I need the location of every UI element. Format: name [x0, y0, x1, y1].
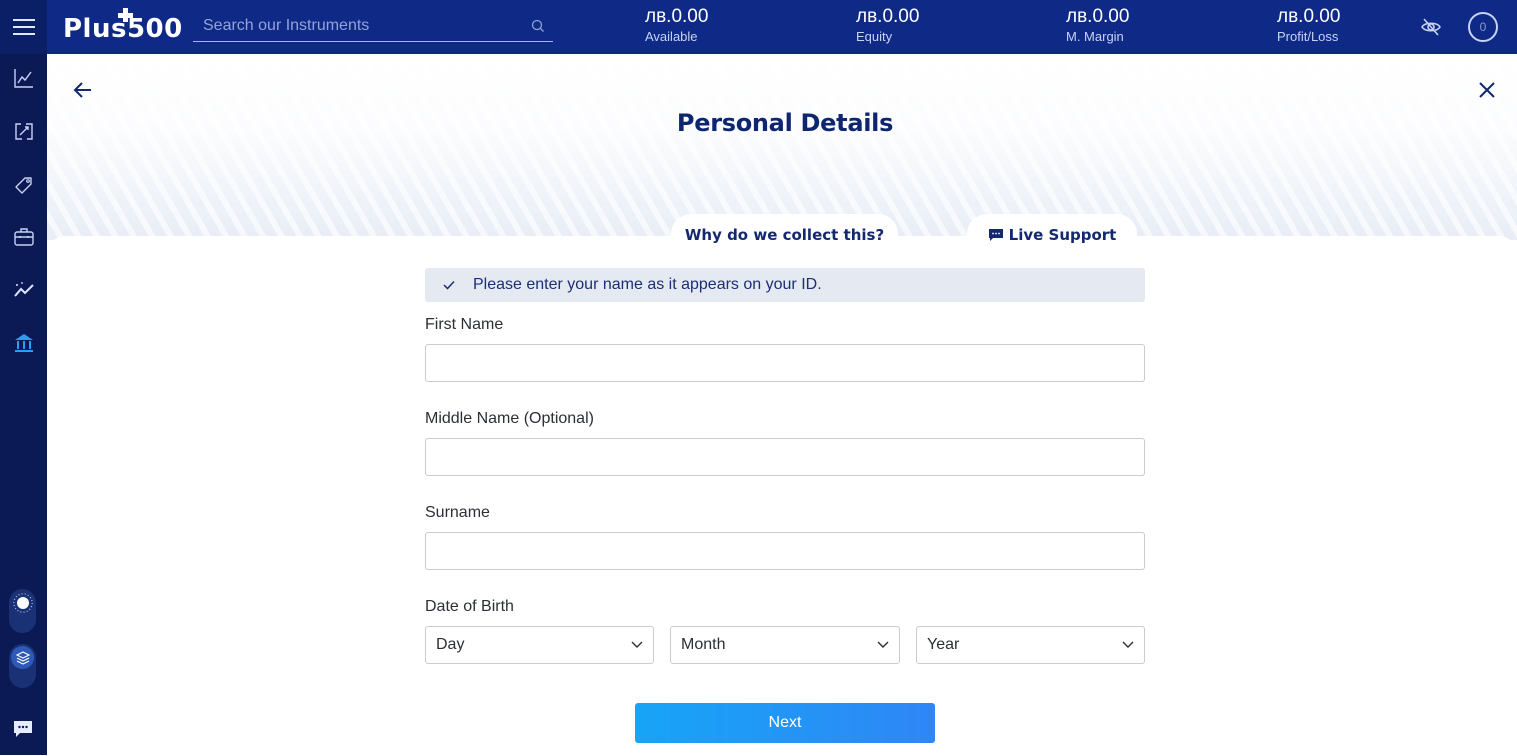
- swap-icon: [14, 123, 33, 140]
- briefcase-icon: [13, 228, 34, 246]
- back-button[interactable]: [71, 78, 95, 102]
- stat-label: Available: [645, 29, 698, 44]
- brand-logo[interactable]: Plus500: [63, 8, 183, 44]
- live-support-label: Live Support: [1008, 226, 1117, 244]
- year-select-value: Year: [927, 636, 960, 653]
- day-select-value: Day: [436, 636, 465, 653]
- hint-text: Please enter your name as it appears on …: [473, 276, 822, 293]
- stat-label: M. Margin: [1066, 29, 1124, 44]
- chat-icon: [14, 721, 32, 737]
- layers-icon: [11, 646, 34, 669]
- sidebar-item-insights[interactable]: [0, 270, 47, 310]
- close-button[interactable]: [1475, 78, 1499, 102]
- mode-toggle[interactable]: [9, 644, 36, 688]
- live-support-button[interactable]: Live Support: [967, 214, 1137, 254]
- stat-profit-loss: лв.0.00 Profit/Loss: [1277, 6, 1340, 45]
- page-title: Personal Details: [676, 109, 894, 137]
- sidebar-item-orders[interactable]: [0, 164, 47, 204]
- search-bar: [193, 10, 553, 42]
- stat-value: лв.0.00: [1066, 6, 1130, 27]
- stat-equity: лв.0.00 Equity: [856, 6, 919, 45]
- year-select[interactable]: Year: [916, 626, 1145, 664]
- hide-balance-button[interactable]: [1418, 14, 1444, 40]
- stat-label: Equity: [856, 29, 893, 44]
- theme-toggle[interactable]: [9, 589, 36, 633]
- top-bar: Plus500 лв.0.00 Available лв.0.00 Equity…: [0, 0, 1517, 54]
- dob-label: Date of Birth: [425, 598, 514, 615]
- sun-icon: [11, 591, 34, 614]
- chevron-down-icon: [877, 641, 889, 648]
- day-select[interactable]: Day: [425, 626, 654, 664]
- month-select[interactable]: Month: [670, 626, 900, 664]
- chevron-down-icon: [1122, 641, 1134, 648]
- chat-bubble-icon: [988, 229, 1003, 241]
- why-collect-label: Why do we collect this?: [684, 226, 885, 244]
- stat-label: Profit/Loss: [1277, 29, 1339, 44]
- sidebar-item-positions[interactable]: [0, 111, 47, 151]
- surname-input[interactable]: [426, 533, 1144, 569]
- hint-banner: Please enter your name as it appears on …: [425, 268, 1145, 302]
- middle-name-input[interactable]: [426, 439, 1144, 475]
- first-name-label: First Name: [425, 316, 504, 333]
- middle-name-label: Middle Name (Optional): [425, 410, 594, 427]
- notifications-badge[interactable]: 0: [1468, 12, 1498, 42]
- dob-row: Day Month Year: [425, 626, 1145, 664]
- sidebar-item-funds[interactable]: [0, 323, 47, 363]
- next-button[interactable]: Next: [635, 703, 935, 743]
- personal-details-form: Please enter your name as it appears on …: [425, 268, 1145, 664]
- tag-icon: [14, 177, 32, 194]
- sidebar-item-portfolio[interactable]: [0, 217, 47, 257]
- stat-value: лв.0.00: [1277, 6, 1341, 27]
- stat-margin: лв.0.00 M. Margin: [1066, 6, 1129, 45]
- eye-off-icon: [1421, 18, 1441, 36]
- close-icon: [1479, 82, 1495, 98]
- first-name-input[interactable]: [426, 345, 1144, 381]
- search-input[interactable]: [193, 10, 523, 41]
- stat-value: лв.0.00: [645, 6, 709, 27]
- sidebar-item-trade[interactable]: [0, 58, 47, 98]
- chat-button[interactable]: [11, 718, 35, 740]
- surname-label: Surname: [425, 504, 490, 521]
- stat-value: лв.0.00: [856, 6, 920, 27]
- menu-button[interactable]: [0, 0, 47, 54]
- hero-background: [47, 54, 1517, 240]
- surname-field-wrapper: [425, 532, 1145, 570]
- plus-logo-icon: [118, 8, 133, 22]
- middle-name-field-wrapper: [425, 438, 1145, 476]
- stat-available: лв.0.00 Available: [645, 6, 708, 45]
- hamburger-icon: [12, 19, 35, 35]
- check-icon: [425, 280, 473, 290]
- search-icon[interactable]: [523, 11, 553, 41]
- month-select-value: Month: [681, 636, 726, 653]
- sidebar: [0, 54, 47, 755]
- why-collect-button[interactable]: Why do we collect this?: [671, 214, 898, 254]
- bank-icon: [14, 334, 33, 352]
- chevron-down-icon: [631, 641, 643, 648]
- first-name-field-wrapper: [425, 344, 1145, 382]
- main-content: Personal Details Why do we collect this?…: [47, 54, 1517, 756]
- arrow-left-icon: [73, 82, 91, 98]
- trend-sparkle-icon: [13, 282, 34, 297]
- chart-line-icon: [13, 69, 33, 88]
